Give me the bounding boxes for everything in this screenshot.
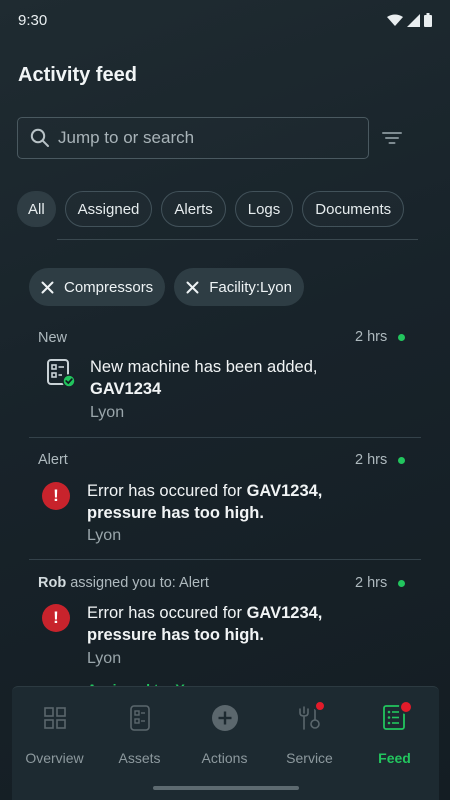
- nav-label: Assets: [118, 750, 161, 766]
- machine-added-icon: [47, 359, 76, 388]
- feed-category-label: assigned you to: Alert: [70, 575, 209, 591]
- active-filters: Compressors Facility:Lyon: [29, 268, 304, 306]
- chip-all[interactable]: All: [17, 191, 56, 227]
- filter-tag-label: Compressors: [64, 278, 154, 296]
- unread-dot: [398, 333, 406, 341]
- signal-icon: [407, 13, 420, 27]
- feed-message: New machine has been added, GAV1234: [90, 356, 410, 400]
- feed-category: Alert: [38, 452, 68, 468]
- close-icon[interactable]: [186, 281, 199, 294]
- home-indicator: [153, 786, 299, 790]
- feed-time-label: 2 hrs: [355, 575, 388, 591]
- assets-icon: [129, 704, 151, 732]
- unread-dot: [398, 456, 406, 464]
- nav-item-service[interactable]: Service: [267, 687, 352, 777]
- feed-location: Lyon: [90, 404, 125, 421]
- chips-divider: [57, 239, 418, 240]
- service-badge: [313, 700, 326, 712]
- filter-button[interactable]: [380, 127, 404, 149]
- unread-dot: [398, 579, 406, 587]
- close-icon[interactable]: [41, 281, 54, 294]
- feed-divider: [29, 437, 421, 438]
- category-chips: All Assigned Alerts Logs Documents: [17, 191, 405, 227]
- bottom-nav: Overview Assets Actions Service Feed: [12, 686, 439, 800]
- alert-icon: !: [42, 604, 70, 632]
- chip-documents[interactable]: Documents: [302, 191, 405, 227]
- alert-icon: !: [42, 482, 70, 510]
- feed-message-detail: pressure has too high.: [87, 504, 264, 522]
- chip-logs[interactable]: Logs: [234, 191, 294, 227]
- feed-time: 2 hrs: [355, 329, 406, 345]
- search-box[interactable]: [17, 117, 369, 159]
- status-time: 9:30: [18, 11, 48, 29]
- feed-message: Error has occured for GAV1234, pressure …: [87, 480, 417, 524]
- feed-message-asset: GAV1234: [90, 380, 162, 398]
- wifi-icon: [387, 14, 403, 26]
- page-title: Activity feed: [18, 64, 137, 86]
- filter-tag-label: Facility:Lyon: [209, 278, 292, 296]
- feed-time-label: 2 hrs: [355, 329, 388, 345]
- feed-divider: [29, 559, 421, 560]
- nav-label: Actions: [201, 750, 248, 766]
- nav-item-overview[interactable]: Overview: [12, 687, 97, 777]
- feed-time-label: 2 hrs: [355, 452, 388, 468]
- chip-alerts[interactable]: Alerts: [161, 191, 226, 227]
- feed-icon: [382, 700, 413, 732]
- feed-location: Lyon: [87, 650, 122, 667]
- nav-item-actions[interactable]: Actions: [182, 687, 267, 777]
- nav-label: Feed: [378, 750, 411, 766]
- feed-time: 2 hrs: [355, 452, 406, 468]
- search-icon: [30, 128, 49, 147]
- grid-icon: [43, 704, 66, 732]
- filter-tag-compressors[interactable]: Compressors: [29, 268, 166, 306]
- chip-assigned[interactable]: Assigned: [64, 191, 153, 227]
- nav-label: Overview: [25, 750, 84, 766]
- feed-message-asset: GAV1234,: [246, 604, 323, 622]
- status-bar: 9:30: [0, 0, 450, 40]
- status-icons: [387, 13, 432, 27]
- search-input[interactable]: [58, 128, 348, 148]
- feed-actor: Rob: [38, 575, 67, 591]
- wrench-icon: [298, 700, 326, 732]
- filter-icon: [382, 132, 402, 144]
- nav-item-assets[interactable]: Assets: [97, 687, 182, 777]
- feed-time: 2 hrs: [355, 575, 406, 591]
- feed-category: Rob assigned you to: Alert: [38, 575, 209, 591]
- feed-message-detail: pressure has too high.: [87, 626, 264, 644]
- plus-circle-icon: [211, 704, 239, 732]
- nav-item-feed[interactable]: Feed: [352, 687, 437, 777]
- battery-icon: [424, 13, 432, 27]
- feed-message-asset: GAV1234,: [246, 482, 323, 500]
- feed-message-text: Error has occured for: [87, 604, 247, 622]
- feed-badge: [398, 700, 413, 714]
- feed-location: Lyon: [87, 527, 122, 544]
- feed-message-text: New machine has been added,: [90, 358, 318, 376]
- feed-category: New: [38, 330, 68, 346]
- feed-message: Error has occured for GAV1234, pressure …: [87, 602, 417, 646]
- feed-message-text: Error has occured for: [87, 482, 247, 500]
- filter-tag-facility[interactable]: Facility:Lyon: [174, 268, 304, 306]
- nav-label: Service: [286, 750, 333, 766]
